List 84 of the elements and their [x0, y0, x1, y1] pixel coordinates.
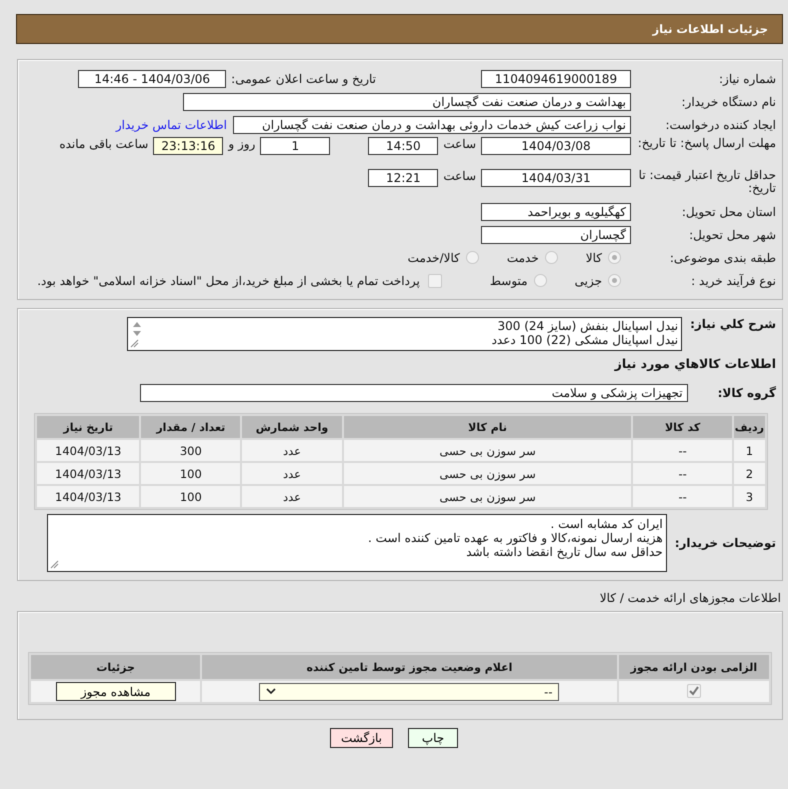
column-header: تاریخ نیاز — [37, 416, 140, 438]
radio-button[interactable] — [608, 274, 621, 287]
field-label: مهلت ارسال پاسخ: تا تاریخ: — [636, 137, 777, 150]
section-title: اطلاعات مجوزهای ارائه خدمت / کالا — [598, 591, 782, 605]
validity-date-field: 1404/03/31 — [481, 169, 631, 187]
radio-button[interactable] — [534, 274, 547, 287]
field-label: طبقه بندی موضوعی: — [668, 250, 777, 264]
column-header: واحد شمارش — [242, 416, 342, 438]
column-header: اعلام وضعیت مجوز توسط تامین کننده — [202, 655, 617, 679]
column-header: کد کالا — [633, 416, 732, 438]
time-label: ساعت — [442, 169, 477, 183]
status-dropdown[interactable]: -- — [259, 682, 560, 700]
radio-button[interactable] — [544, 251, 558, 264]
time-label: ساعت — [442, 137, 477, 151]
back-button[interactable]: بازگشت — [330, 728, 393, 748]
announce-date-field: 1404/03/06 - 14:46 — [78, 70, 226, 88]
option-label: کالا/خدمت — [408, 250, 460, 264]
option-label: خدمت — [506, 250, 539, 264]
payment-checkbox[interactable] — [428, 274, 442, 288]
column-header: ردیف — [734, 416, 765, 438]
table-cell: -- — [633, 486, 732, 507]
column-header: تعداد / مقدار — [141, 416, 240, 438]
scroll-arrows-icon[interactable] — [132, 321, 142, 337]
field-label: ایجاد کننده درخواست: — [664, 118, 777, 132]
table-cell: -- — [633, 440, 732, 461]
field-label: گروه کالا: — [716, 386, 777, 400]
table-cell: 3 — [734, 486, 765, 507]
table-cell: 300 — [141, 440, 240, 461]
view-permit-button[interactable]: مشاهده مجوز — [56, 682, 176, 701]
field-label: نوع فرآیند خرید : — [690, 274, 777, 288]
payment-label: پرداخت تمام یا بخشی از مبلغ خرید،از محل "اسناد خزانه اسلامی" خواهد بود. — [37, 274, 420, 288]
description-field[interactable]: نیدل اسپاینال بنفش (سایز 24) 300 نیدل اسپاینال مشکی (22) 100 دعدد — [127, 317, 682, 351]
section-heading: اطلاعات كالاهاي مورد نياز — [614, 356, 777, 371]
resize-handle-icon[interactable] — [50, 560, 59, 569]
table-cell: سر سوزن بی حسی — [344, 463, 632, 484]
requester-field: نواب زراعت کیش خدمات داروئی بهداشت و درمان صنعت نفت گچساران — [233, 116, 631, 134]
chevron-icon — [266, 688, 276, 695]
table-cell: 2 — [734, 463, 765, 484]
resize-handle-icon[interactable] — [130, 339, 140, 348]
deadline-time-field: 14:50 — [368, 137, 438, 155]
table-cell: سر سوزن بی حسی — [344, 486, 632, 507]
days-label: روز و — [226, 137, 256, 151]
radio-button[interactable] — [466, 251, 479, 264]
table-cell: سر سوزن بی حسی — [344, 440, 632, 461]
remaining-time-field: 23:13:16 — [153, 137, 224, 155]
column-header: جزئیات — [31, 655, 200, 679]
field-label: شهر محل تحویل: — [688, 228, 777, 242]
field-label: نام دستگاه خریدار: — [680, 94, 777, 108]
remaining-label: ساعت باقی مانده — [58, 137, 150, 151]
page-title: جزئیات اطلاعات نیاز — [652, 22, 768, 36]
option-label: متوسط — [490, 274, 528, 288]
field-label: تاریخ و ساعت اعلان عمومی: — [230, 72, 377, 86]
table-cell: عدد — [242, 486, 342, 507]
table-cell: 1404/03/13 — [37, 440, 140, 461]
option-label: جزیی — [574, 274, 602, 288]
table-cell: 1404/03/13 — [37, 463, 140, 484]
days-field: 1 — [260, 137, 330, 155]
table-cell: 1 — [734, 440, 765, 461]
table-cell: 100 — [141, 486, 240, 507]
table-cell: 100 — [141, 463, 240, 484]
required-checkbox[interactable] — [686, 684, 701, 698]
validity-time-field: 12:21 — [368, 169, 438, 187]
buyer-org-field: بهداشت و درمان صنعت نفت گچساران — [183, 92, 631, 110]
field-label: شرح كلي نياز: — [689, 317, 777, 331]
field-label: توضیحات خریدار: — [674, 536, 777, 550]
field-label: شماره نیاز: — [718, 72, 777, 86]
radio-button[interactable] — [608, 251, 621, 264]
table-cell: 1404/03/13 — [37, 486, 140, 507]
option-label: کالا — [586, 250, 602, 264]
need-number-field: 1104094619000189 — [481, 70, 631, 88]
column-header: الزامی بودن ارائه مجوز — [618, 655, 769, 679]
field-label: حداقل تاریخ اعتبار قیمت: تا تاریخ: — [638, 169, 777, 195]
table-cell: عدد — [242, 440, 342, 461]
goods-group-field: تجهیزات پزشکی و سلامت — [140, 384, 688, 402]
table-cell: -- — [633, 463, 732, 484]
deadline-date-field: 1404/03/08 — [481, 137, 631, 155]
column-header: نام کالا — [344, 416, 632, 438]
contact-link[interactable]: اطلاعات تماس خریدار — [110, 118, 233, 132]
table-cell: عدد — [242, 463, 342, 484]
city-field: گچساران — [481, 226, 631, 244]
buyer-notes-field[interactable]: ایران کد مشابه است . هزینه ارسال نمونه،کالا و فاکتور به عهده تامین کننده است . حداقل سه سال تاریخ انقضا داشته باشد — [46, 514, 667, 572]
province-field: کهگیلویه و بویراحمد — [481, 202, 631, 220]
print-button[interactable]: چاپ — [408, 728, 458, 748]
field-label: استان محل تحویل: — [680, 204, 777, 218]
